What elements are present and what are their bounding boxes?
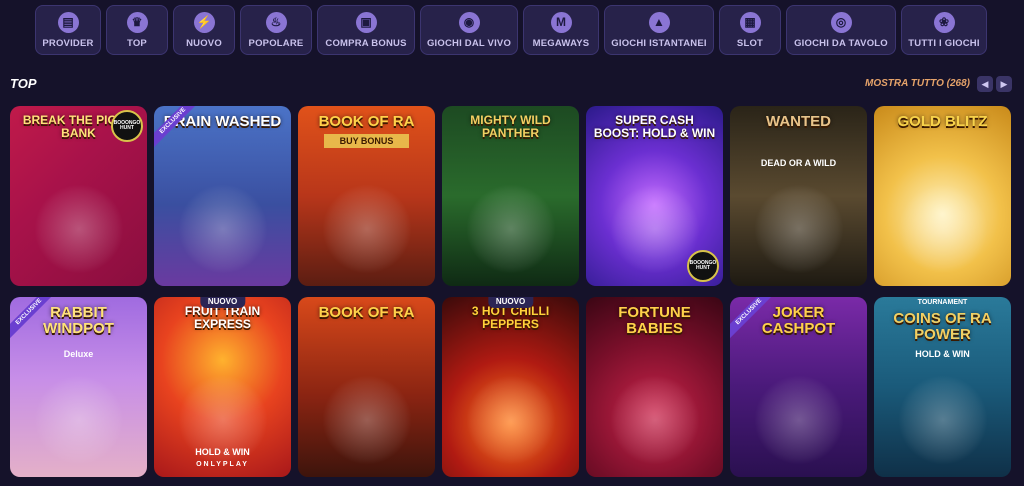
game-title: BOOK OF RA — [318, 304, 415, 321]
game-artwork — [754, 184, 844, 274]
game-title: FRUIT TRAIN EXPRESS — [184, 304, 261, 331]
game-coins-of-ra-power[interactable]: TOURNAMENT COINS OF RA POWER HOLD & WIN — [874, 297, 1011, 477]
category-label: SLOT — [736, 37, 764, 49]
game-artwork — [178, 184, 268, 274]
category-top[interactable]: ♛ TOP — [106, 5, 168, 55]
category-label: POPOLARE — [248, 37, 304, 49]
category-label: GIOCHI ISTANTANEI — [611, 37, 707, 49]
category-bar: ▤ PROVIDER ♛ TOP ⚡ NUOVO ♨ POPOLARE ▣ COMPRA BONU… — [35, 5, 990, 55]
next-arrow-button[interactable]: ▶ — [996, 76, 1012, 92]
provider-badge: BOOONGO HUNT — [111, 110, 143, 142]
game-book-of-ra[interactable]: BOOK OF RA — [298, 297, 435, 477]
game-artwork — [754, 375, 844, 465]
lightning-icon: ⚡ — [193, 11, 215, 33]
game-break-the-piggy-bank[interactable]: BREAK the PIGGY BANK BOOONGO HUNT — [10, 106, 147, 286]
game-wanted-dead-or-a-wild[interactable]: WANTED DEAD OR A WILD — [730, 106, 867, 286]
game-title: 3 HOT CHILLI PEPPERS — [471, 304, 550, 331]
flame-icon: ♨ — [265, 11, 287, 33]
game-3-hot-chilli-peppers[interactable]: 3 HOT CHILLI PEPPERS NUOVO — [442, 297, 579, 477]
gift-icon: ▣ — [355, 11, 377, 33]
section-title: TOP — [10, 76, 37, 91]
game-title: WANTED — [766, 113, 831, 130]
game-subtitle: BUY BONUS — [324, 134, 409, 148]
chevron-right-icon: ▶ — [1000, 78, 1008, 89]
category-label: PROVIDER — [42, 37, 94, 49]
game-title: COINS OF RA POWER — [893, 310, 992, 343]
category-slot[interactable]: ▦ SLOT — [719, 5, 781, 55]
category-label: NUOVO — [186, 37, 222, 49]
tournament-label: TOURNAMENT — [917, 299, 968, 306]
game-subtitle: HOLD & WIN — [915, 349, 970, 359]
category-popolare[interactable]: ♨ POPOLARE — [240, 5, 312, 55]
game-subtitle: HOLD & WIN — [195, 447, 250, 457]
roulette-icon: ◎ — [830, 11, 852, 33]
game-brain-washed[interactable]: BRAIN WASHED EXCLUSIVE — [154, 106, 291, 286]
game-title: MIGHTY WILD PANTHER — [470, 113, 551, 140]
new-badge: NUOVO — [199, 297, 246, 308]
game-artwork — [34, 184, 124, 274]
category-giochi-dal-vivo[interactable]: ◉ GIOCHI DAL VIVO — [420, 5, 518, 55]
game-mighty-wild-panther[interactable]: MIGHTY WILD PANTHER — [442, 106, 579, 286]
game-book-of-ra-buy-bonus[interactable]: BOOK OF RA BUY BONUS — [298, 106, 435, 286]
rocket-icon: ▲ — [648, 11, 670, 33]
provider-badge: BOOONGO HUNT — [687, 250, 719, 282]
category-label: COMPRA BONUS — [325, 37, 407, 49]
cherries-icon: ❀ — [933, 11, 955, 33]
game-fruit-train-express[interactable]: FRUIT TRAIN EXPRESS HOLD & WIN ONLYPLAY NUO… — [154, 297, 291, 477]
game-artwork — [34, 375, 124, 465]
game-gold-blitz[interactable]: GOLD BLITZ — [874, 106, 1011, 286]
game-artwork — [610, 375, 700, 465]
chip-icon: ◉ — [458, 11, 480, 33]
megaways-icon: M — [550, 11, 572, 33]
category-label: MEGAWAYS — [532, 37, 590, 49]
game-fortune-babies[interactable]: FORTUNE BABIES — [586, 297, 723, 477]
game-title: BOOK OF RA — [318, 113, 415, 130]
game-subtitle: Deluxe — [63, 349, 94, 359]
category-nuovo[interactable]: ⚡ NUOVO — [173, 5, 235, 55]
game-artwork — [322, 184, 412, 274]
category-giochi-istantanei[interactable]: ▲ GIOCHI ISTANTANEI — [604, 5, 714, 55]
game-joker-cashpot[interactable]: JOKER CASHPOT EXCLUSIVE — [730, 297, 867, 477]
category-label: TOP — [127, 37, 147, 49]
game-rabbit-windpot-deluxe[interactable]: RABBIT WINDPOT Deluxe EXCLUSIVE — [10, 297, 147, 477]
category-provider[interactable]: ▤ PROVIDER — [35, 5, 101, 55]
game-super-cash-boost[interactable]: SUPER CASH BOOST: HOLD & WIN BOOONGO HUNT — [586, 106, 723, 286]
category-giochi-da-tavolo[interactable]: ◎ GIOCHI DA TAVOLO — [786, 5, 896, 55]
game-artwork — [466, 375, 556, 465]
game-artwork — [898, 375, 988, 465]
game-title: SUPER CASH BOOST: HOLD & WIN — [593, 113, 716, 140]
show-all-link[interactable]: MOSTRA TUTTO (268) — [865, 78, 970, 89]
prev-arrow-button[interactable]: ◀ — [977, 76, 993, 92]
category-label: GIOCHI DAL VIVO — [426, 37, 512, 49]
provider-label: ONLYPLAY — [196, 461, 249, 468]
crown-icon: ♛ — [126, 11, 148, 33]
slot-machine-icon: ▦ — [739, 11, 761, 33]
category-label: GIOCHI DA TAVOLO — [794, 37, 888, 49]
category-compra-bonus[interactable]: ▣ COMPRA BONUS — [317, 5, 415, 55]
game-subtitle: DEAD OR A WILD — [760, 158, 837, 168]
category-label: TUTTI I GIOCHI — [908, 37, 980, 49]
game-artwork — [610, 184, 700, 274]
game-grid: BREAK the PIGGY BANK BOOONGO HUNT BRAIN WA… — [10, 106, 1018, 477]
category-tutti-i-giochi[interactable]: ❀ TUTTI I GIOCHI — [901, 5, 987, 55]
game-title: GOLD BLITZ — [897, 113, 988, 130]
game-artwork — [466, 184, 556, 274]
book-icon: ▤ — [57, 11, 79, 33]
category-megaways[interactable]: M MEGAWAYS — [523, 5, 599, 55]
game-artwork — [322, 375, 412, 465]
game-title: FORTUNE BABIES — [618, 304, 691, 337]
game-artwork — [898, 184, 988, 274]
chevron-left-icon: ◀ — [981, 78, 989, 89]
new-badge: NUOVO — [487, 297, 534, 308]
